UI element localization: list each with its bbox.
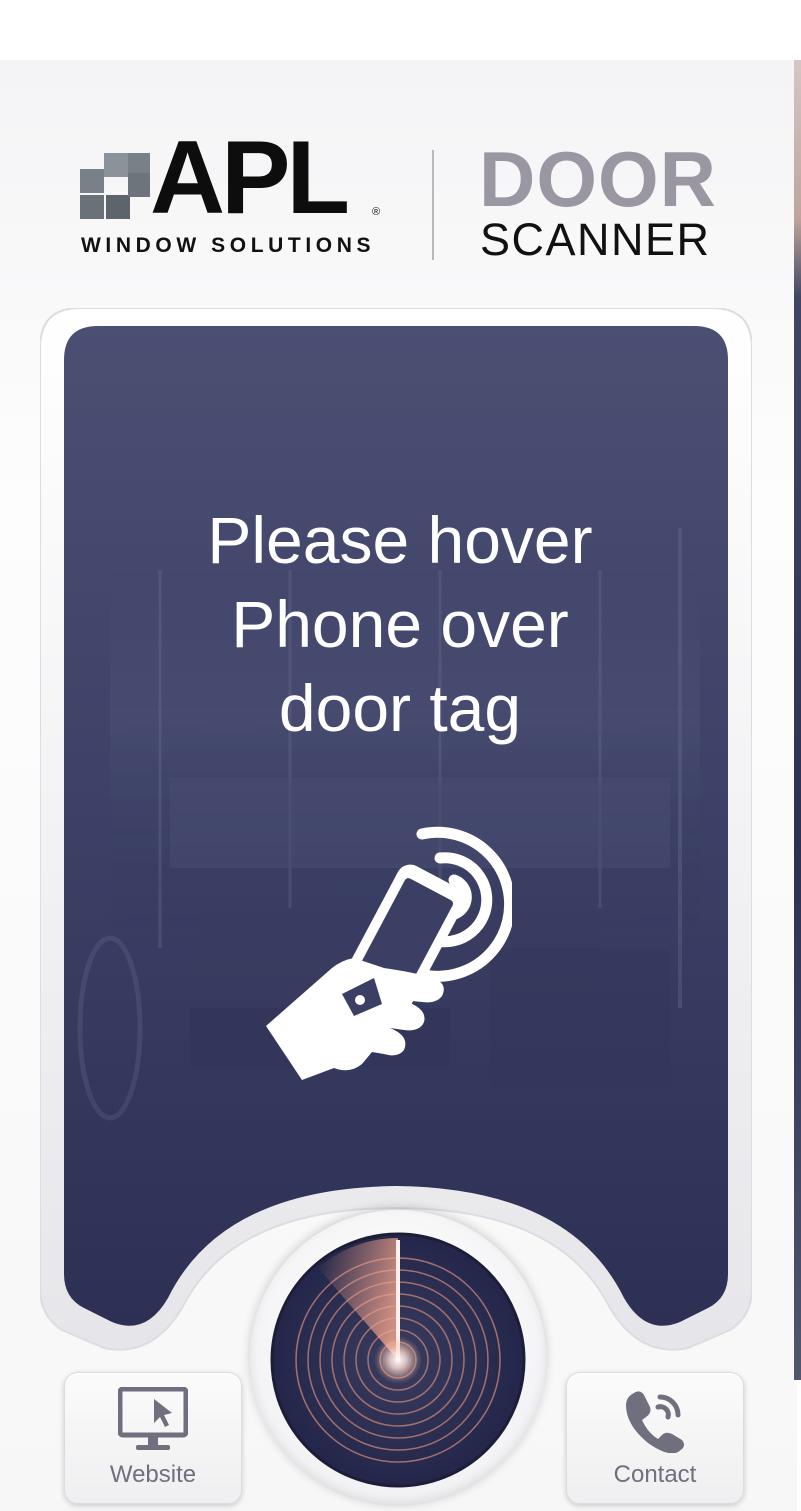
monitor-cursor-icon: [118, 1387, 188, 1450]
website-button-label: Website: [109, 1461, 197, 1488]
registered-mark: ®: [372, 206, 381, 218]
brand-tagline: WINDOW SOLUTIONS: [81, 234, 376, 257]
website-button[interactable]: Website: [64, 1372, 242, 1504]
hand-holding-phone-icon: [266, 826, 512, 1080]
contact-button-label: Contact: [613, 1461, 697, 1488]
radar-scan-icon[interactable]: [270, 1232, 526, 1488]
scan-instructions-line3: door tag: [278, 671, 522, 745]
scan-instructions: Please hover Phone over door tag: [100, 498, 700, 750]
edge-strip: [794, 60, 801, 1380]
header-divider: [432, 150, 434, 260]
brand-name: APL: [150, 120, 350, 236]
scan-instructions-line2: Phone over: [231, 587, 569, 661]
apl-logo-mark-icon: [80, 153, 150, 221]
product-title-line1: DOOR: [479, 135, 717, 223]
product-title-line2: SCANNER: [480, 214, 711, 265]
contact-button[interactable]: Contact: [566, 1372, 744, 1504]
phone-call-icon: [626, 1391, 684, 1453]
scan-instructions-line1: Please hover: [207, 503, 593, 577]
